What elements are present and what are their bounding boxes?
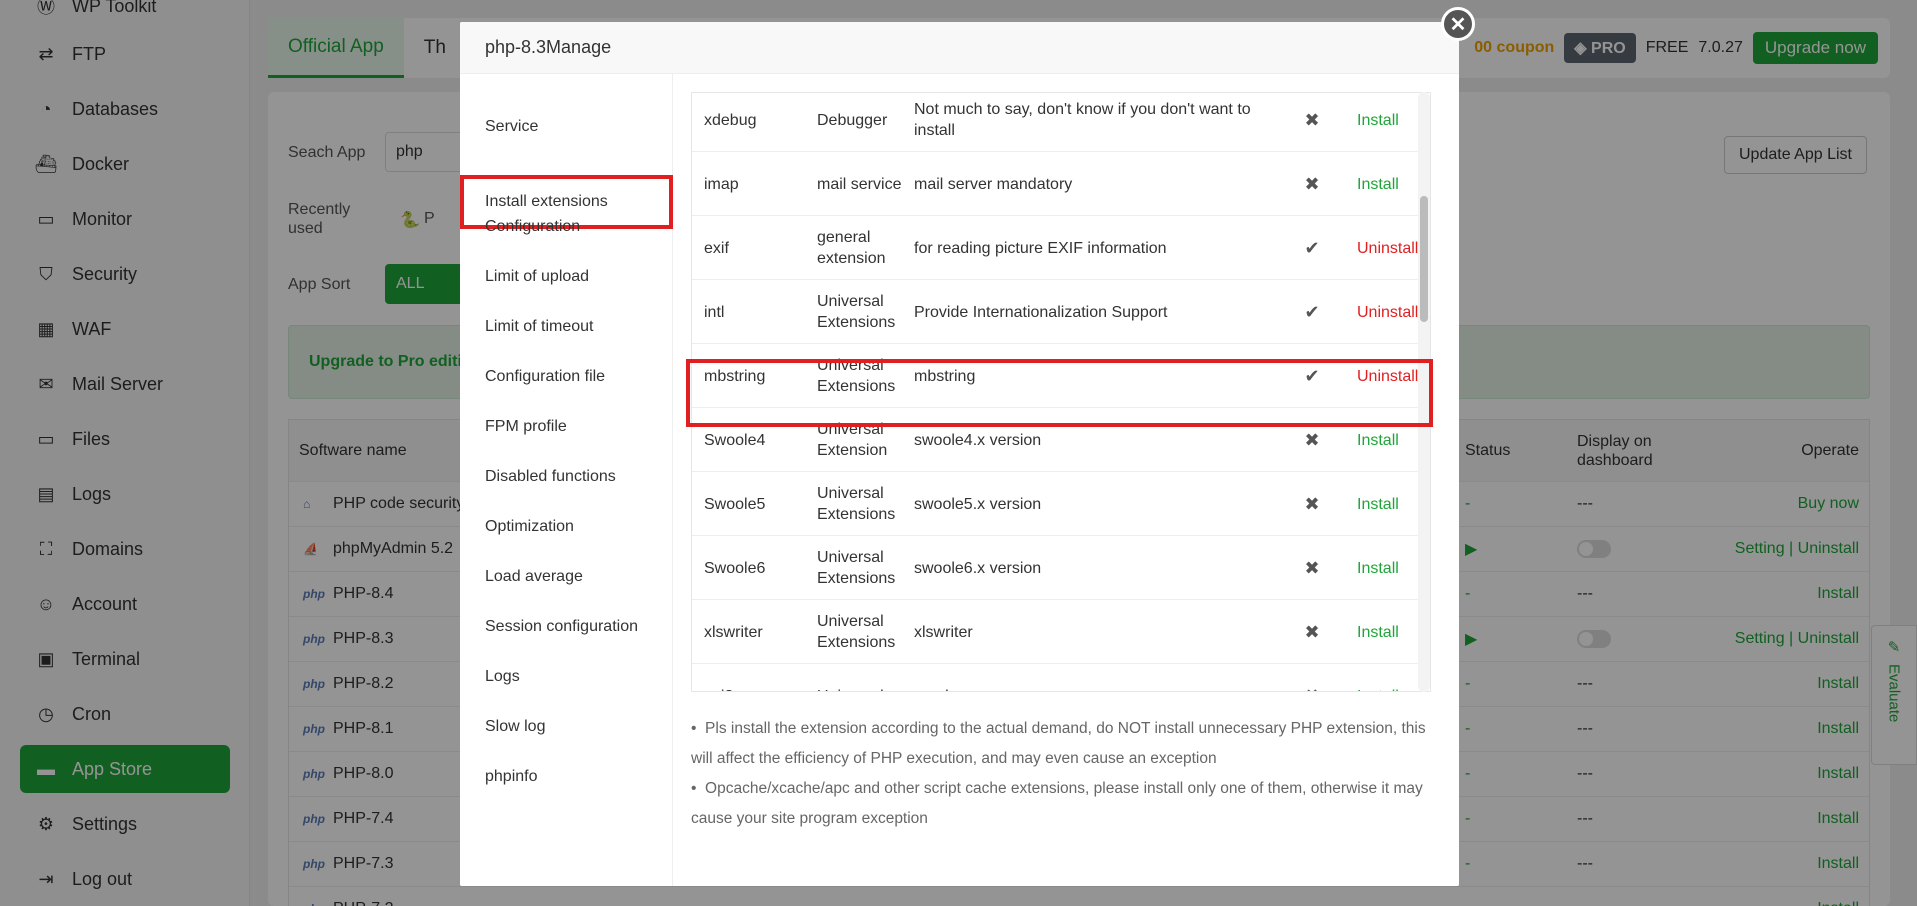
extension-name: oci8: [704, 664, 814, 692]
extension-type: Universal Extensions: [817, 613, 896, 651]
note-text-1: Pls install the extension according to t…: [691, 720, 1426, 767]
extension-type: mail service: [817, 175, 902, 193]
extension-row-oci8: oci8Universaloracle✖Install: [692, 664, 1430, 692]
extension-row-intl: intl Universal Extensions Provide Internat…: [692, 280, 1430, 344]
modal-menu-load-average[interactable]: Load average: [460, 552, 673, 602]
cross-icon: ✖: [1292, 664, 1332, 692]
modal-menu-logs[interactable]: Logs: [460, 652, 673, 702]
extension-row-swoole5: Swoole5 Universal Extensions swoole5.x ver…: [692, 472, 1430, 536]
modal-menu-service[interactable]: Service: [460, 102, 673, 152]
extension-name: exif: [704, 239, 729, 257]
modal-menu-optimization[interactable]: Optimization: [460, 502, 673, 552]
extension-name: intl: [704, 303, 725, 321]
cross-icon: ✖: [1304, 557, 1320, 578]
check-icon: ✔: [1304, 237, 1320, 258]
modal-menu-limit-of-upload[interactable]: Limit of upload: [460, 252, 673, 302]
modal-menu-limit-of-timeout[interactable]: Limit of timeout: [460, 302, 673, 352]
extension-description: mail server mandatory: [914, 175, 1073, 193]
extension-row-xdebug: xdebug Debugger Not much to say, don't kno…: [692, 93, 1430, 152]
extension-description: swoole5.x version: [914, 495, 1042, 513]
cross-icon: ✖: [1304, 173, 1320, 194]
modal-menu-fpm-profile[interactable]: FPM profile: [460, 402, 673, 452]
highlight-mbstring-row: [686, 359, 1433, 427]
note-item: • Opcache/xcache/apc and other script ca…: [691, 780, 1423, 827]
extension-description: for reading picture EXIF information: [914, 239, 1167, 257]
extension-type: Debugger: [817, 111, 888, 129]
modal-menu-disabled-functions[interactable]: Disabled functions: [460, 452, 673, 502]
modal-menu: Service Install extensions Configuration Li…: [460, 74, 673, 886]
modal-menu-configuration-file[interactable]: Configuration file: [460, 352, 673, 402]
extension-type: Universal Extensions: [817, 549, 896, 587]
extension-type: Universal Extensions: [817, 485, 896, 523]
extension-name: imap: [704, 175, 739, 193]
modal-menu-configuration[interactable]: Configuration: [460, 202, 673, 252]
extension-row-swoole6: Swoole6 Universal Extensions swoole6.x ver…: [692, 536, 1430, 600]
cross-icon: ✖: [1304, 621, 1320, 642]
extension-row-imap: imap mail service mail server mandatory ✖ In…: [692, 152, 1430, 216]
check-icon: ✔: [1304, 301, 1320, 322]
php-manage-modal: php-8.3Manage Service Install extensions C…: [460, 22, 1459, 886]
extension-description: oracle: [914, 664, 1284, 692]
extension-name: xdebug: [704, 111, 757, 129]
modal-menu-phpinfo[interactable]: phpinfo: [460, 752, 673, 802]
extension-description: Provide Internationalization Support: [914, 303, 1168, 321]
close-icon[interactable]: ✕: [1441, 7, 1475, 41]
extension-description: xlswriter: [914, 623, 973, 641]
extension-type: Universal: [817, 664, 907, 692]
extension-description: swoole6.x version: [914, 559, 1042, 577]
install-notes: • Pls install the extension according to…: [691, 714, 1431, 834]
note-item: • Pls install the extension according to…: [691, 720, 1426, 767]
extension-row-xlswriter: xlswriter Universal Extensions xlswriter ✖ I…: [692, 600, 1430, 664]
extension-type: Universal Extensions: [817, 293, 896, 331]
extension-row-exif: exif general extension for reading picture…: [692, 216, 1430, 280]
modal-title: php-8.3Manage: [460, 22, 1459, 74]
extension-description: Not much to say, don't know if you don't…: [914, 101, 1251, 139]
modal-menu-slow-log[interactable]: Slow log: [460, 702, 673, 752]
note-text-2: Opcache/xcache/apc and other script cach…: [691, 780, 1423, 827]
extension-name: xlswriter: [704, 623, 763, 641]
extension-type: general extension: [817, 229, 886, 267]
extension-name: Swoole6: [704, 559, 766, 577]
extension-name: Swoole5: [704, 495, 766, 513]
extensions-content: xdebug Debugger Not much to say, don't kno…: [673, 74, 1459, 886]
scrollbar-thumb[interactable]: [1420, 196, 1428, 322]
modal-menu-session-configuration[interactable]: Session configuration: [460, 602, 673, 652]
cross-icon: ✖: [1304, 493, 1320, 514]
cross-icon: ✖: [1304, 109, 1320, 130]
